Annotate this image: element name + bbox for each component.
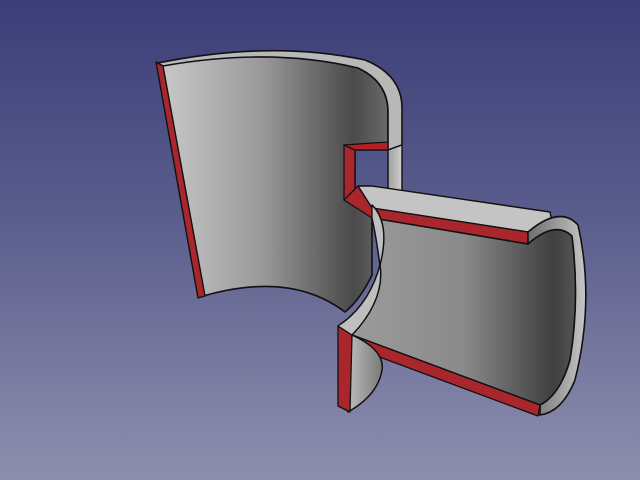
main-pipe-cut-face-lower [337,325,353,413]
model-canvas[interactable] [0,0,640,480]
3d-viewport[interactable] [0,0,640,480]
